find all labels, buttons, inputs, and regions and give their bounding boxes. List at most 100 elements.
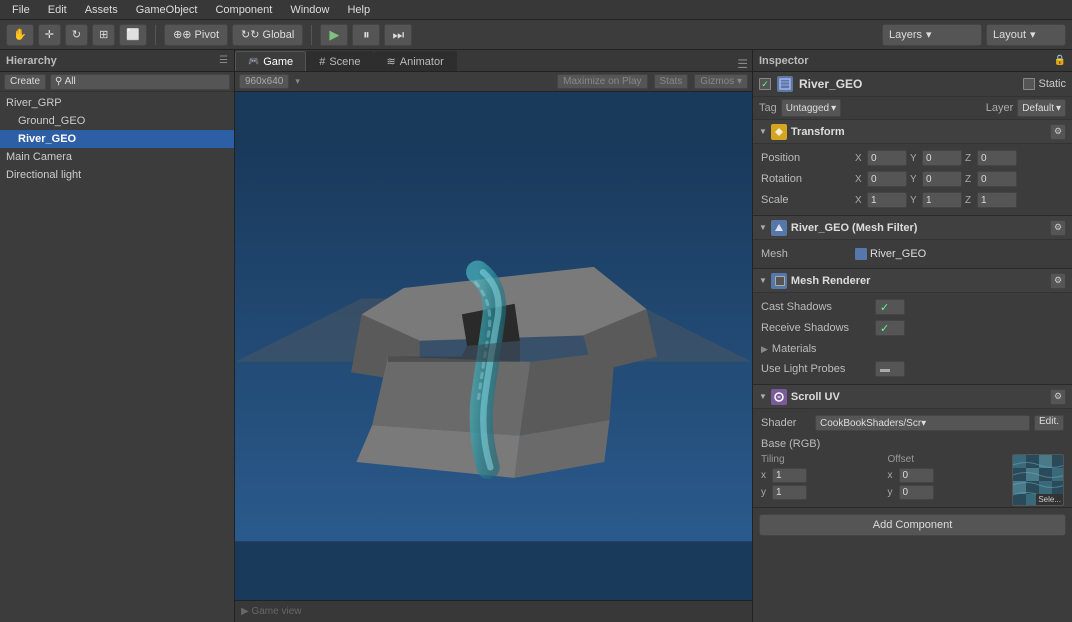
offset-x-label: x (888, 470, 896, 481)
menu-gameobject[interactable]: GameObject (128, 3, 206, 17)
scroll-uv-name: Scroll UV (791, 391, 1046, 403)
scroll-uv-header[interactable]: ▼ Scroll UV ⚙ (753, 385, 1072, 409)
scroll-uv-icon (771, 389, 787, 405)
offset-x-input[interactable] (899, 468, 934, 483)
toolbar-separator-1 (155, 25, 156, 45)
stats-button[interactable]: Stats (654, 74, 689, 89)
base-rgb-row: Base (RGB) (761, 434, 1064, 454)
scale-y-input[interactable] (922, 192, 962, 208)
rotation-z-input[interactable] (977, 171, 1017, 187)
layers-label: Layers (889, 29, 922, 41)
scale-y-field: Y (910, 192, 962, 208)
offset-y-label: y (888, 487, 896, 498)
rotation-y-input[interactable] (922, 171, 962, 187)
scroll-uv-settings-icon[interactable]: ⚙ (1050, 389, 1066, 405)
position-x-input[interactable] (867, 150, 907, 166)
position-z-input[interactable] (977, 150, 1017, 166)
mesh-renderer-settings-icon[interactable]: ⚙ (1050, 273, 1066, 289)
add-component-button[interactable]: Add Component (759, 514, 1066, 536)
global-button[interactable]: ↻ ↻ Global (232, 24, 303, 46)
layout-dropdown[interactable]: Layout ▾ (986, 24, 1066, 46)
resolution-dropdown[interactable]: 960x640 (239, 74, 289, 89)
hierarchy-item-directional-light[interactable]: Directional light (0, 166, 234, 184)
mesh-value-text: River_GEO (870, 248, 926, 260)
hierarchy-item-ground-geo[interactable]: Ground_GEO (0, 112, 234, 130)
hierarchy-header: Hierarchy ☰ (0, 50, 234, 72)
transform-icon (771, 124, 787, 140)
receive-shadows-dropdown[interactable]: ✓ (875, 320, 905, 336)
step-button[interactable]: ⏭ (384, 24, 412, 46)
transform-settings-icon[interactable]: ⚙ (1050, 124, 1066, 140)
texture-thumbnail[interactable]: Sele... (1012, 454, 1064, 506)
hierarchy-item-river-geo[interactable]: River_GEO (0, 130, 234, 148)
mesh-renderer-header[interactable]: ▼ Mesh Renderer ⚙ (753, 269, 1072, 293)
rect-tool-button[interactable]: ⬜ (119, 24, 147, 46)
scale-x-input[interactable] (867, 192, 907, 208)
hand-tool-button[interactable]: ✋ (6, 24, 34, 46)
mesh-filter-body: Mesh River_GEO (753, 240, 1072, 268)
menu-help[interactable]: Help (339, 3, 378, 17)
rotation-x-label: X (855, 174, 865, 185)
menu-edit[interactable]: Edit (40, 3, 75, 17)
scale-z-input[interactable] (977, 192, 1017, 208)
hierarchy-create-button[interactable]: Create (4, 74, 46, 90)
hierarchy-search-input[interactable] (50, 74, 230, 90)
scale-z-label: Z (965, 195, 975, 206)
scene-svg (235, 92, 752, 600)
position-label: Position (761, 152, 851, 164)
hierarchy-toolbar: Create (0, 72, 234, 92)
menu-assets[interactable]: Assets (77, 3, 126, 17)
pivot-label: ⊕ Pivot (182, 28, 219, 41)
tab-scene[interactable]: # Scene (306, 51, 373, 71)
mesh-filter-header[interactable]: ▼ River_GEO (Mesh Filter) ⚙ (753, 216, 1072, 240)
cast-shadows-check: ✓ (880, 301, 889, 314)
tab-menu-icon[interactable]: ☰ (737, 57, 748, 71)
layer-dropdown[interactable]: Default ▾ (1017, 99, 1066, 117)
layers-dropdown-arrow: ▾ (926, 28, 932, 41)
active-toggle-checkbox[interactable]: ✓ (759, 78, 771, 90)
tag-dropdown[interactable]: Untagged ▾ (781, 99, 841, 117)
mesh-renderer-check[interactable] (775, 276, 785, 286)
rotate-tool-button[interactable]: ↻ (65, 24, 88, 46)
menu-window[interactable]: Window (282, 3, 337, 17)
menu-component[interactable]: Component (207, 3, 280, 17)
materials-row: ▶ Materials (761, 339, 1064, 359)
tab-animator[interactable]: ≋ Animator (374, 51, 457, 71)
inspector-lock-icon[interactable]: 🔒 (1054, 55, 1066, 66)
pivot-button[interactable]: ⊕ ⊕ Pivot (164, 24, 228, 46)
scale-z-field: Z (965, 192, 1017, 208)
tiling-y-input[interactable] (772, 485, 807, 500)
use-light-probes-dropdown[interactable]: ▬ (875, 361, 905, 377)
transform-header[interactable]: ▼ Transform ⚙ (753, 120, 1072, 144)
tab-game[interactable]: 🎮 Game (235, 51, 306, 71)
menu-file[interactable]: File (4, 3, 38, 17)
rotation-xyz: X Y Z (855, 171, 1064, 187)
select-texture-button[interactable]: Sele... (1036, 494, 1063, 505)
static-checkbox[interactable] (1023, 78, 1035, 90)
mesh-filter-name: River_GEO (Mesh Filter) (791, 222, 1046, 234)
gizmos-button[interactable]: Gizmos ▾ (694, 74, 748, 89)
hierarchy-item-main-camera[interactable]: Main Camera (0, 148, 234, 166)
move-tool-button[interactable]: ✛ (38, 24, 61, 46)
hierarchy-menu-icon[interactable]: ☰ (219, 55, 228, 66)
scale-tool-button[interactable]: ⊞ (92, 24, 115, 46)
layers-dropdown[interactable]: Layers ▾ (882, 24, 982, 46)
hierarchy-item-river-grp[interactable]: River_GRP (0, 94, 234, 112)
offset-y-input[interactable] (899, 485, 934, 500)
play-button[interactable]: ▶ (320, 24, 348, 46)
pause-button[interactable]: ⏸ (352, 24, 380, 46)
shader-edit-button[interactable]: Edit. (1034, 415, 1064, 431)
position-y-input[interactable] (922, 150, 962, 166)
cast-shadows-dropdown[interactable]: ✓ (875, 299, 905, 315)
mesh-filter-settings-icon[interactable]: ⚙ (1050, 220, 1066, 236)
maximize-on-play-button[interactable]: Maximize on Play (557, 74, 647, 89)
layer-value: Default (1022, 103, 1054, 114)
position-y-label: Y (910, 153, 920, 164)
tag-value: Untagged (786, 103, 829, 114)
game-view (235, 92, 752, 600)
shader-value-dropdown[interactable]: CookBookShaders/Scr▾ (815, 415, 1030, 431)
tiling-x-input[interactable] (772, 468, 807, 483)
rotation-x-input[interactable] (867, 171, 907, 187)
materials-expand-arrow[interactable]: ▶ (761, 344, 768, 355)
tabs-bar: 🎮 Game # Scene ≋ Animator ☰ (235, 50, 752, 72)
